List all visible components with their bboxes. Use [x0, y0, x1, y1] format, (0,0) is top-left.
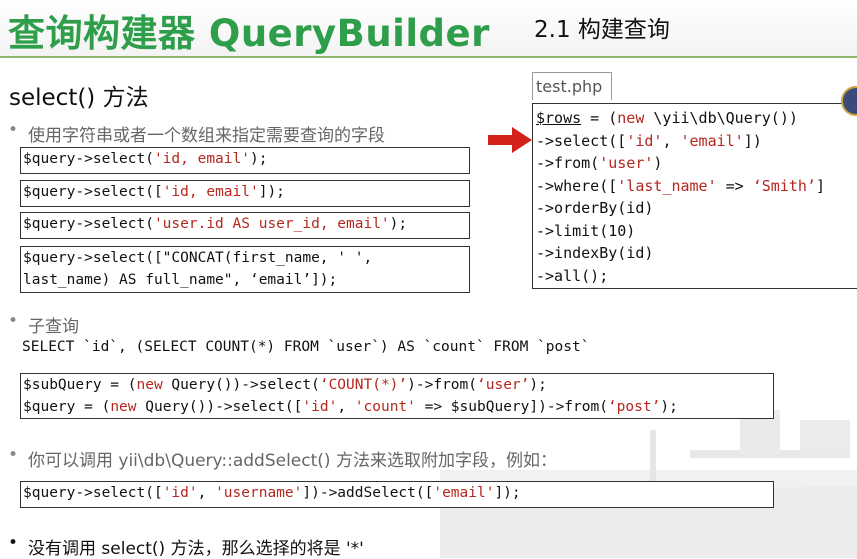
sql-statement: SELECT `id`, (SELECT COUNT(*) FROM `user…: [22, 339, 590, 355]
code-line: ->orderBy(id): [536, 199, 654, 217]
code-line: last_name) AS full_name", ‘email’]);: [23, 272, 338, 288]
red-arrow-icon: [488, 127, 532, 153]
bullet-default-select: 没有调用 select() 方法，那么选择的将是 '*': [28, 539, 364, 559]
bullet-dot: •: [8, 533, 19, 553]
slide-subtitle: 2.1 构建查询: [534, 17, 670, 43]
code-addselect: $query->select(['id', 'username'])->addS…: [20, 481, 774, 508]
code-example-string: $query->select('id, email');: [20, 147, 470, 174]
code-line: ->indexBy(id): [536, 244, 654, 262]
code-line: $query = (new Query())->select(['id', 'c…: [23, 399, 678, 415]
slide-title: 查询构建器 QueryBuilder: [8, 12, 490, 55]
code-example-concat: $query->select(["CONCAT(first_name, ' ',…: [20, 246, 470, 293]
bullet-dot: •: [8, 311, 19, 331]
bullet-subquery: 子查询: [28, 317, 79, 337]
bullet-dot: •: [8, 120, 19, 140]
file-tab[interactable]: test.php: [532, 72, 612, 100]
bullet-dot: •: [8, 445, 19, 465]
code-line: ->select(['id', 'email']): [536, 131, 762, 150]
code-line: $query->select(["CONCAT(first_name, ' ',: [23, 250, 373, 266]
code-line: $rows = (new \yii\db\Query()): [536, 109, 798, 127]
section-heading: select() 方法: [9, 85, 149, 111]
code-line: ->all();: [536, 266, 609, 285]
code-line: ->from('user'): [536, 154, 663, 172]
code-line: $subQuery = (new Query())->select(‘COUNT…: [23, 377, 547, 393]
header-divider: [0, 56, 857, 58]
bullet-select-fields: 使用字符串或者一个数组来指定需要查询的字段: [28, 126, 385, 146]
code-example-alias: $query->select('user.id AS user_id, emai…: [20, 212, 470, 239]
code-example-array: $query->select(['id, email']);: [20, 180, 470, 207]
code-line: ->limit(10): [536, 221, 636, 240]
bullet-addselect: 你可以调用 yii\db\Query::addSelect() 方法来选取附加字…: [28, 451, 557, 471]
code-subquery: $subQuery = (new Query())->select(‘COUNT…: [20, 373, 774, 419]
code-panel: $rows = (new \yii\db\Query()) ->select(['…: [532, 103, 857, 289]
code-line: ->where(['last_name' => ‘Smith’]: [536, 176, 825, 195]
